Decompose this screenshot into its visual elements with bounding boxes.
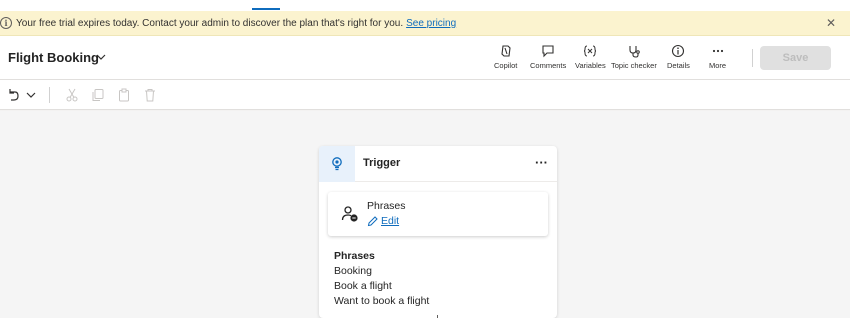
- info-icon: i: [0, 17, 12, 29]
- toolbar-separator: [49, 87, 50, 103]
- comments-button[interactable]: Comments: [530, 44, 566, 70]
- edit-toolbar: [0, 80, 850, 110]
- more-icon: [712, 49, 723, 53]
- phrases-list-header: Phrases: [334, 250, 375, 262]
- details-button[interactable]: Details: [667, 44, 690, 70]
- variables-button[interactable]: Variables: [575, 44, 606, 70]
- top-tab-strip: [0, 0, 850, 11]
- lightbulb-icon: [332, 157, 342, 171]
- list-item: Booking: [334, 265, 372, 277]
- pencil-icon: [367, 215, 378, 226]
- banner-text: Your free trial expires today. Contact y…: [16, 18, 404, 29]
- copilot-label: Copilot: [494, 61, 518, 70]
- delete-icon[interactable]: [143, 88, 157, 102]
- active-tab-indicator: [252, 8, 280, 10]
- more-options-icon[interactable]: ···: [535, 155, 548, 170]
- phrases-box-title: Phrases: [367, 200, 406, 212]
- header-divider: [752, 49, 753, 67]
- topic-header: Flight Booking Copilot Comments Variable…: [0, 36, 850, 80]
- paste-icon[interactable]: [117, 88, 131, 102]
- comment-icon: [542, 45, 554, 58]
- undo-icon[interactable]: [6, 88, 20, 102]
- chevron-down-icon[interactable]: [95, 51, 107, 63]
- topic-checker-button[interactable]: Topic checker: [611, 44, 657, 70]
- close-icon[interactable]: ✕: [826, 16, 836, 30]
- trigger-title: Trigger: [363, 157, 401, 169]
- chevron-down-icon[interactable]: [24, 88, 38, 102]
- trigger-icon-box: [319, 146, 355, 182]
- save-button[interactable]: Save: [760, 46, 831, 70]
- edit-label: Edit: [381, 215, 400, 227]
- see-pricing-link[interactable]: See pricing: [406, 18, 456, 29]
- more-button[interactable]: More: [709, 44, 726, 70]
- topic-title: Flight Booking: [8, 50, 99, 65]
- variables-icon: [584, 45, 597, 57]
- details-info-icon: [672, 44, 685, 58]
- copilot-button[interactable]: Copilot: [494, 44, 517, 70]
- trigger-node-header: Trigger ···: [319, 146, 557, 182]
- banner-message: Your free trial expires today. Contact y…: [16, 18, 456, 29]
- cut-icon[interactable]: [65, 88, 79, 102]
- copy-icon[interactable]: [91, 88, 105, 102]
- stethoscope-icon: [629, 46, 640, 58]
- phrases-list: Phrases Booking Book a flight Want to bo…: [334, 249, 429, 309]
- more-label: More: [709, 61, 727, 70]
- copilot-icon: [501, 45, 511, 57]
- person-chat-icon: [341, 206, 358, 222]
- variables-label: Variables: [575, 61, 606, 70]
- trigger-node[interactable]: Trigger ··· Phrases Edit Phrases Booking…: [319, 146, 557, 318]
- list-item: Want to book a flight: [334, 295, 430, 307]
- comments-label: Comments: [530, 61, 567, 70]
- phrases-box[interactable]: Phrases Edit: [328, 192, 548, 236]
- list-item: Book a flight: [334, 280, 392, 292]
- edit-link[interactable]: Edit: [367, 215, 399, 227]
- details-label: Details: [667, 61, 690, 70]
- trial-banner: i Your free trial expires today. Contact…: [0, 11, 850, 36]
- topic-checker-label: Topic checker: [611, 61, 657, 70]
